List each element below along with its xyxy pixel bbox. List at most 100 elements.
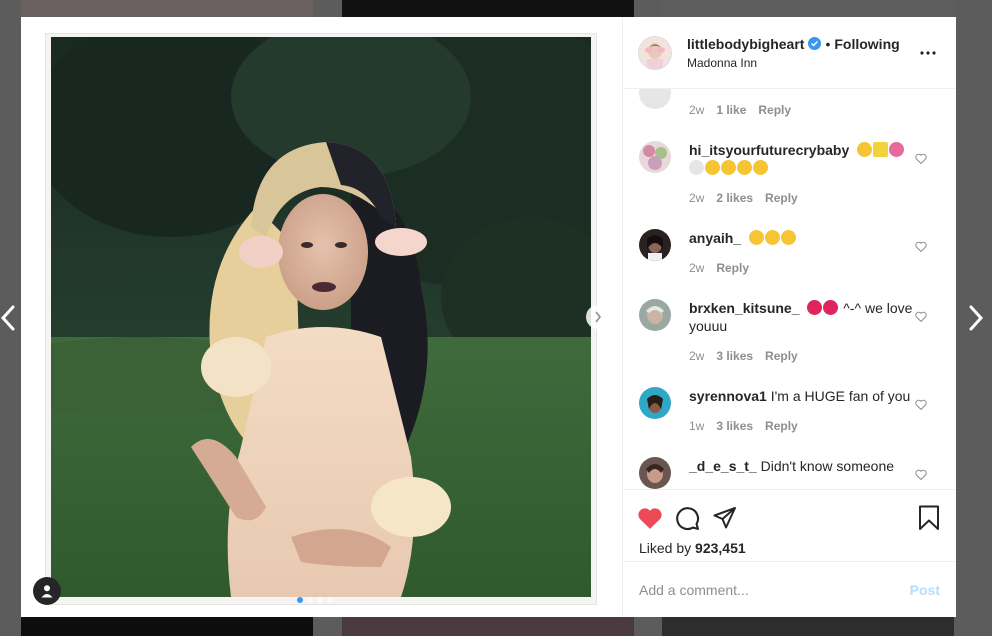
likes-number: 923,451 (695, 540, 746, 556)
post-side-panel: littlebodybigheart • Following Madonna I… (622, 17, 956, 617)
tag-user-icon (41, 585, 53, 598)
red-heart-emoji-icon (823, 300, 839, 315)
comment-time: 2w (689, 191, 705, 205)
comment-meta: 2w 2 likes Reply (689, 189, 914, 207)
comment-time: 2w (689, 103, 705, 117)
following-button[interactable]: Following (834, 36, 899, 52)
post-comment-button[interactable]: Post (910, 582, 940, 598)
carousel-dot (307, 597, 313, 603)
comment-item: 2w 1 like Reply (639, 89, 940, 119)
comment-meta: 2w Reply (689, 259, 914, 277)
avatar[interactable] (639, 36, 671, 69)
comment-text: I'm a HUGE fan of you (770, 388, 911, 404)
comment-avatar[interactable] (639, 229, 671, 261)
comment-likes[interactable]: 3 likes (716, 347, 753, 365)
share-button[interactable] (713, 498, 753, 538)
post-media (21, 17, 622, 617)
comment-likes[interactable]: 2 likes (716, 189, 753, 207)
comment-like-button[interactable] (914, 397, 928, 411)
chevron-right-icon (969, 305, 983, 331)
comment-time: 2w (689, 349, 705, 363)
comment-avatar[interactable] (639, 299, 671, 331)
carousel-next-button[interactable] (586, 305, 610, 329)
reply-button[interactable]: Reply (765, 189, 798, 207)
more-options-button[interactable] (916, 41, 940, 65)
sparkles-emoji-icon (873, 142, 889, 157)
tagged-users-button[interactable] (33, 577, 61, 605)
chevron-left-icon (1, 305, 15, 331)
comment-like-button[interactable] (914, 467, 928, 481)
comment-avatar[interactable] (639, 387, 671, 419)
carousel-dot (297, 597, 303, 603)
comments-list[interactable]: 2w 1 like Reply hi_itsyourfuturecrybaby (623, 89, 956, 489)
background-feed-tile (21, 617, 313, 636)
comment-username[interactable]: syrennova1 (689, 388, 767, 404)
heart-eyes-emoji-icon (721, 160, 736, 175)
tulip-emoji-icon (889, 142, 905, 157)
red-heart-emoji-icon (807, 300, 823, 315)
comment-item: brxken_kitsune_ ^-^ we love youuu 2w 3 l… (639, 299, 940, 365)
comment-meta: 2w 1 like Reply (689, 101, 914, 119)
comment-button[interactable] (675, 498, 715, 538)
likes-prefix: Liked by (639, 540, 692, 556)
heart-eyes-emoji-icon (857, 142, 873, 157)
heart-icon (915, 311, 927, 322)
comment-avatar[interactable] (639, 89, 671, 109)
reply-button[interactable]: Reply (765, 417, 798, 435)
heart-eyes-emoji-icon (737, 160, 752, 175)
tongue-emoji-icon (749, 230, 765, 245)
previous-post-button[interactable] (0, 300, 22, 336)
comment-item: syrennova1 I'm a HUGE fan of you 1w 3 li… (639, 387, 940, 435)
comment-likes[interactable]: 1 like (716, 101, 746, 119)
heart-eyes-emoji-icon (765, 230, 781, 245)
comment-avatar[interactable] (639, 141, 671, 173)
comment-username[interactable]: _d_e_s_t_ (689, 458, 757, 474)
bookmark-icon (919, 505, 939, 530)
comment-username[interactable]: anyaih_ (689, 230, 741, 246)
comment-icon (676, 506, 700, 530)
comment-text: Didn't know someone (760, 458, 895, 474)
post-header: littlebodybigheart • Following Madonna I… (623, 17, 956, 89)
carousel-indicator (297, 597, 333, 603)
comment-like-button[interactable] (914, 309, 928, 323)
verified-badge-icon (808, 37, 822, 50)
carousel-dot (317, 597, 323, 603)
comment-username[interactable]: brxken_kitsune_ (689, 300, 800, 316)
post-actions: Liked by 923,451 (623, 489, 956, 561)
heart-eyes-emoji-icon (705, 160, 720, 175)
save-button[interactable] (910, 498, 940, 538)
reply-button[interactable]: Reply (758, 101, 791, 119)
background-feed-tile (662, 0, 954, 17)
comment-meta: 1w 3 likes Reply (689, 417, 914, 435)
heart-icon (915, 399, 927, 410)
carousel-dot (327, 597, 333, 603)
post-photo[interactable] (51, 37, 591, 597)
comment-like-button[interactable] (914, 151, 928, 165)
comment-item: _d_e_s_t_ Didn't know someone (639, 457, 940, 489)
comment-avatar[interactable] (639, 457, 671, 489)
heart-icon (638, 508, 662, 529)
heart-icon (915, 469, 927, 480)
post-username[interactable]: littlebodybigheart (687, 36, 804, 52)
comment-username[interactable]: hi_itsyourfuturecrybaby (689, 142, 849, 158)
heart-eyes-emoji-icon (753, 160, 768, 175)
header-separator: • (825, 35, 831, 52)
next-post-button[interactable] (962, 300, 990, 336)
heart-icon (915, 153, 927, 164)
post-location[interactable]: Madonna Inn (687, 56, 916, 70)
likes-count[interactable]: Liked by 923,451 (639, 540, 940, 556)
background-feed-tile (21, 0, 313, 17)
reply-button[interactable]: Reply (716, 259, 749, 277)
heart-icon (915, 241, 927, 252)
share-icon (713, 507, 736, 529)
comment-likes[interactable]: 3 likes (716, 417, 753, 435)
reply-button[interactable]: Reply (765, 347, 798, 365)
like-button[interactable] (637, 498, 677, 538)
add-comment-form: Post (623, 561, 956, 617)
add-comment-input[interactable] (639, 581, 910, 598)
comment-meta: 2w 3 likes Reply (689, 347, 914, 365)
comment-like-button[interactable] (914, 239, 928, 253)
comment-time: 1w (689, 419, 705, 433)
comment-item: hi_itsyourfuturecrybaby 2w 2 likes Reply (639, 141, 940, 207)
rabbit-emoji-icon (689, 160, 704, 175)
